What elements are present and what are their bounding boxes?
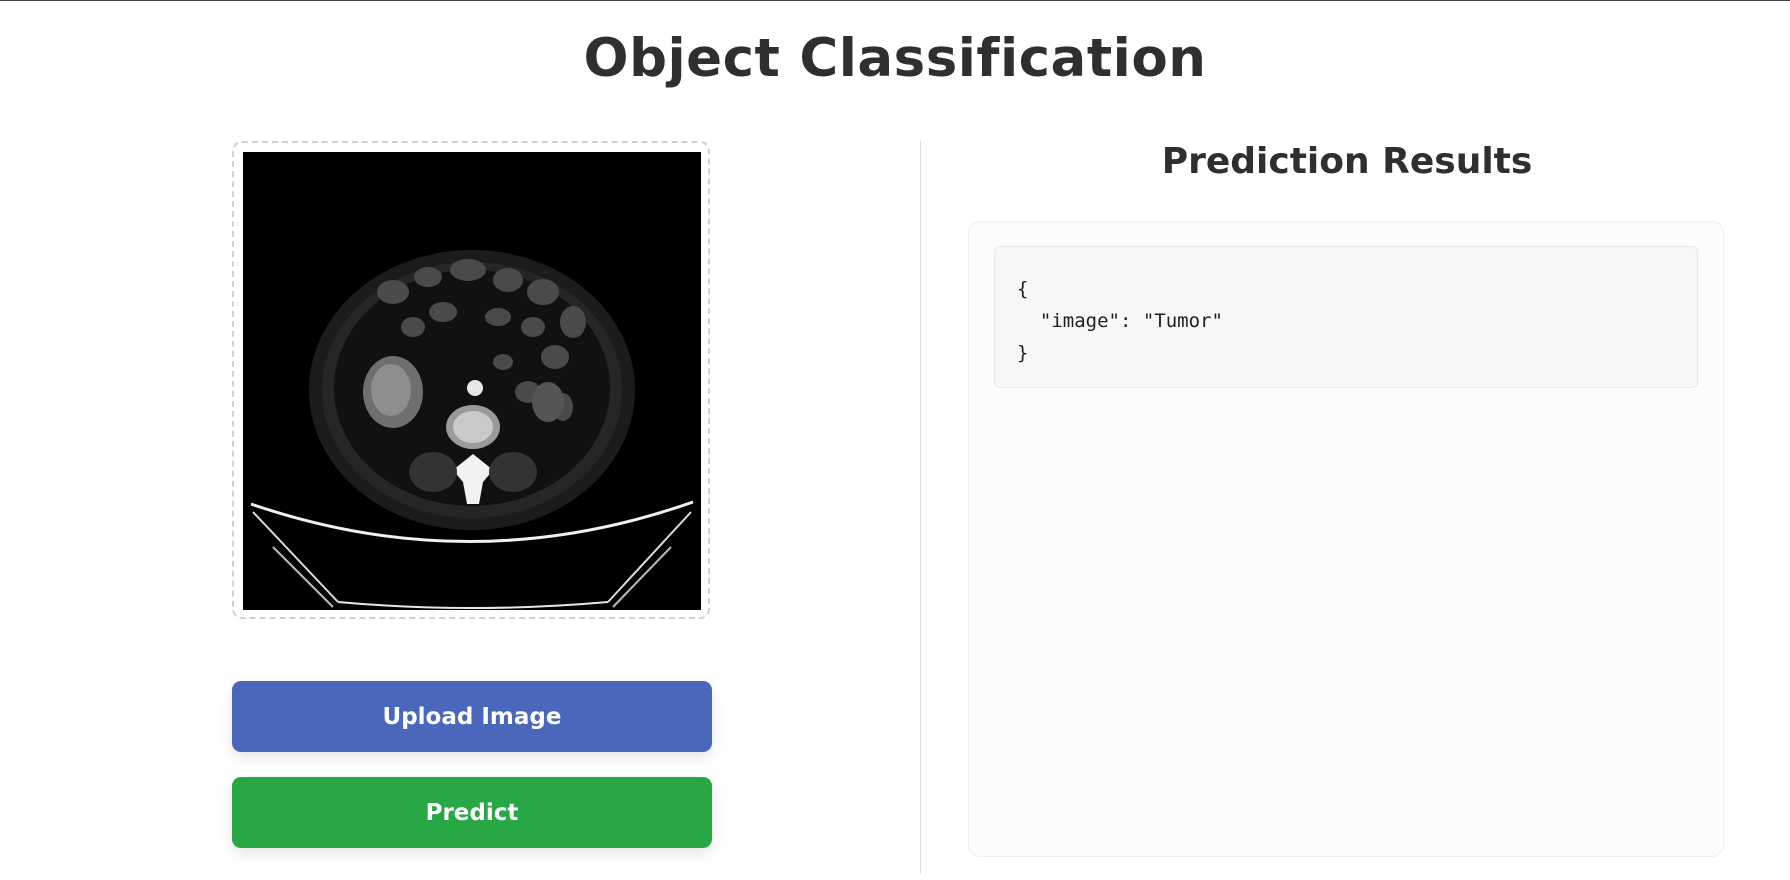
json-output: { "image": "Tumor" }	[994, 246, 1698, 388]
top-rule	[0, 0, 1790, 1]
page-title: Object Classification	[583, 28, 1207, 89]
predict-button[interactable]: Predict	[232, 777, 712, 848]
panel-divider	[920, 141, 921, 874]
results-panel: Prediction Results { "image": "Tumor" }	[968, 141, 1726, 857]
image-dropzone[interactable]	[232, 141, 710, 619]
ct-scan-image	[243, 152, 701, 610]
ct-scan-graphic	[243, 152, 701, 610]
upload-panel: Upload Image Predict	[232, 141, 712, 861]
upload-image-button[interactable]: Upload Image	[232, 681, 712, 752]
results-heading: Prediction Results	[1161, 141, 1533, 182]
results-card: { "image": "Tumor" }	[968, 221, 1724, 857]
